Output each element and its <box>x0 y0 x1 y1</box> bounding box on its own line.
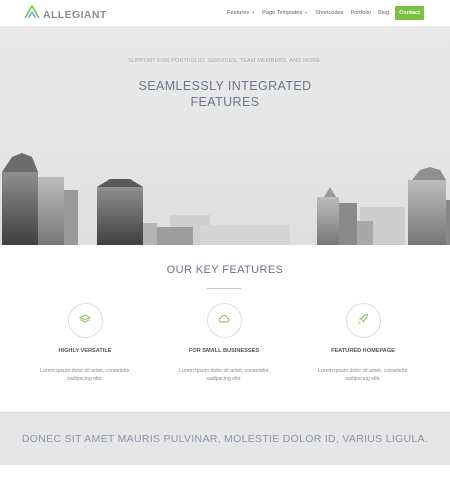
chevron-down-icon: ▼ <box>304 10 309 15</box>
feature-icon-circle <box>67 303 103 338</box>
callout-text: DONEC SIT AMET MAURIS PULVINAR, MOLESTIE… <box>21 433 429 445</box>
main-nav: Features ▼ Page Templates ▼ Shortcodes Por… <box>220 6 424 20</box>
cloud-icon <box>218 312 230 330</box>
chevron-down-icon: ▼ <box>251 10 256 15</box>
site-logo[interactable]: ALLEGIANT <box>24 4 107 24</box>
feature-icon-circle <box>345 303 381 338</box>
feature-title: HIGHLY VERSATILE <box>58 348 112 354</box>
features-heading: OUR KEY FEATURES <box>166 264 284 276</box>
nav-item-label: Features <box>227 10 250 16</box>
feature-text: Lorem ipsum dolor sit amet, consetetur s… <box>318 368 408 382</box>
feature-title: FEATURED HOMEPAGE <box>331 348 395 354</box>
hero-subtitle: SUPPORT FOR PORTFOLIO, SERVICES, TEAM ME… <box>128 58 322 64</box>
contact-button[interactable]: Contact <box>395 6 424 20</box>
callout-band: DONEC SIT AMET MAURIS PULVINAR, MOLESTIE… <box>0 412 450 465</box>
site-header: ALLEGIANT Features ▼ Page Templates ▼ Shor… <box>0 0 450 26</box>
logo-mark-icon <box>24 4 40 24</box>
feature-text: Lorem ipsum dolor sit amet, consetetur s… <box>40 368 130 382</box>
nav-item-page-templates[interactable]: Page Templates ▼ <box>262 10 308 16</box>
feature-card: HIGHLY VERSATILE Lorem ipsum dolor sit a… <box>30 303 140 383</box>
rocket-icon <box>357 312 369 330</box>
nav-item-features[interactable]: Features ▼ <box>227 10 255 16</box>
feature-text: Lorem ipsum dolor sit amet, consetetur s… <box>179 368 269 382</box>
nav-item-label: Page Templates <box>262 10 303 16</box>
hero-title: SEAMLESSLY INTEGRATED FEATURES <box>0 78 450 110</box>
logo-text: ALLEGIANT <box>43 8 107 21</box>
nav-item-shortcodes[interactable]: Shortcodes <box>315 10 343 16</box>
hero-title-line: FEATURES <box>190 95 260 109</box>
nav-item-blog[interactable]: Blog <box>378 10 389 16</box>
layers-icon <box>78 312 92 330</box>
hero-section: SUPPORT FOR PORTFOLIO, SERVICES, TEAM ME… <box>0 26 450 245</box>
divider <box>207 288 241 289</box>
hero-title-line: SEAMLESSLY INTEGRATED <box>138 79 312 93</box>
feature-card: FEATURED HOMEPAGE Lorem ipsum dolor sit … <box>308 303 418 383</box>
feature-card: FOR SMALL BUSINESSES Lorem ipsum dolor s… <box>169 303 279 383</box>
feature-title: FOR SMALL BUSINESSES <box>188 348 260 354</box>
nav-item-portfolio[interactable]: Portfolio <box>350 10 371 16</box>
city-skyline-image <box>2 153 450 245</box>
feature-icon-circle <box>206 303 242 338</box>
